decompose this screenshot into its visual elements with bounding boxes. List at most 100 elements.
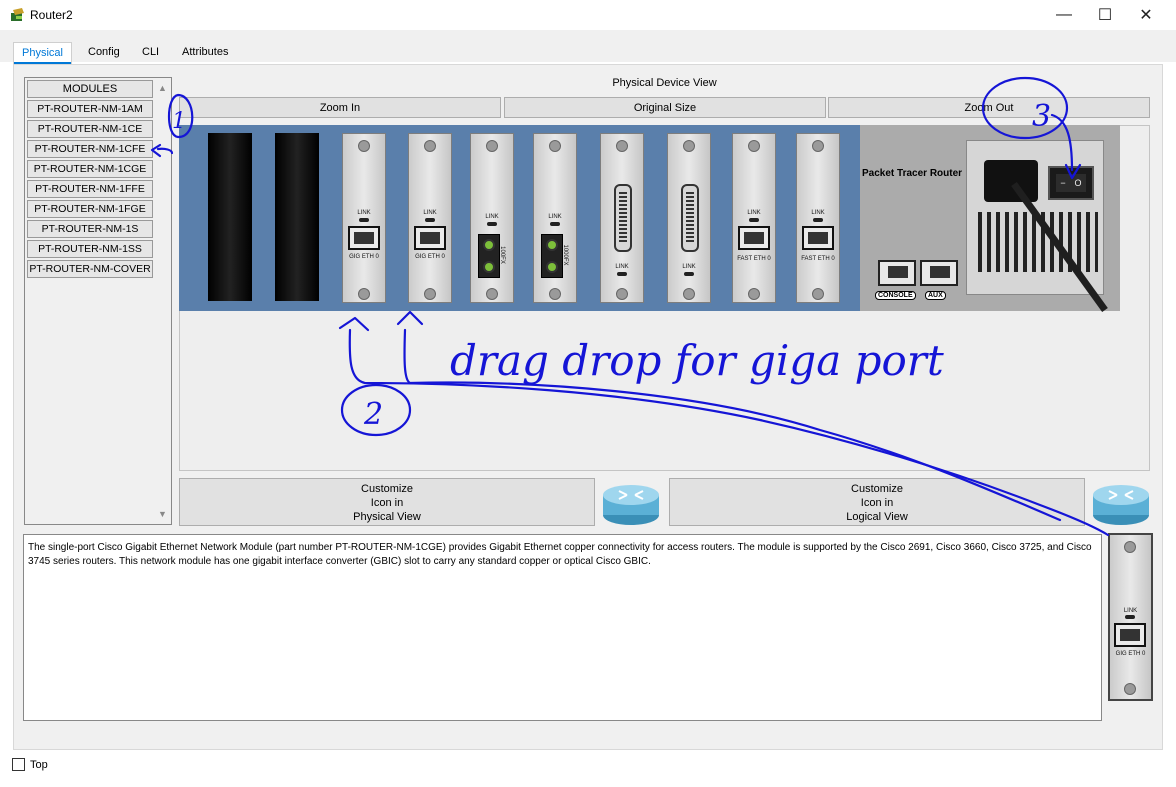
tab-config[interactable]: Config	[80, 42, 128, 64]
link-label: LINK	[615, 264, 629, 270]
led-icon	[425, 218, 435, 222]
console-port-icon[interactable]	[878, 260, 916, 286]
link-label: LINK	[485, 214, 499, 220]
module-item[interactable]: PT-ROUTER-NM-1CE	[27, 120, 153, 138]
tab-attributes[interactable]: Attributes	[174, 42, 236, 64]
screw-icon	[358, 140, 370, 152]
fiber-port-icon[interactable]	[478, 234, 500, 278]
module-item[interactable]: PT-ROUTER-NM-1CFE	[27, 140, 153, 158]
customize-line: Icon in	[860, 497, 894, 509]
link-label: LINK	[1123, 608, 1138, 614]
serial-port-icon[interactable]	[614, 184, 632, 252]
screw-icon	[549, 288, 561, 300]
module-item[interactable]: PT-ROUTER-NM-COVER	[27, 260, 153, 278]
zoom-in-button[interactable]: Zoom In	[179, 97, 501, 118]
module-card-serial[interactable]: LINK	[667, 133, 711, 303]
port-label: GIG ETH 0	[415, 254, 445, 260]
module-card-gig[interactable]: LINK GIG ETH 0	[408, 133, 452, 303]
port-label: GIG ETH 0	[1115, 651, 1146, 657]
screw-icon	[812, 140, 824, 152]
customize-line: Customize	[851, 483, 903, 495]
port-label: FAST ETH 0	[737, 256, 771, 262]
router-physical-icon[interactable]	[601, 477, 661, 527]
aux-label: AUX	[925, 291, 946, 300]
screw-icon	[683, 288, 695, 300]
ethernet-port-icon[interactable]	[348, 226, 380, 250]
title-bar: Router2 — ☐ ✕	[0, 0, 1176, 30]
screw-icon	[549, 140, 561, 152]
scroll-down-icon[interactable]: ▼	[154, 506, 171, 522]
screw-icon	[812, 288, 824, 300]
router-label: Packet Tracer Router	[862, 168, 963, 179]
fiber-port-icon[interactable]	[541, 234, 563, 278]
zoom-out-button[interactable]: Zoom Out	[828, 97, 1150, 118]
link-label: LINK	[747, 210, 761, 216]
ethernet-port-icon[interactable]	[414, 226, 446, 250]
module-card-fast[interactable]: LINK FAST ETH 0	[796, 133, 840, 303]
scroll-up-icon[interactable]: ▲	[154, 80, 171, 96]
ethernet-port-icon[interactable]	[738, 226, 770, 250]
link-label: LINK	[811, 210, 825, 216]
module-card-fast[interactable]: LINK FAST ETH 0	[732, 133, 776, 303]
tab-bar: Physical Config CLI Attributes	[0, 30, 1176, 64]
port-label: FAST ETH 0	[801, 256, 835, 262]
screw-icon	[683, 140, 695, 152]
serial-port-icon[interactable]	[681, 184, 699, 252]
screw-icon	[486, 140, 498, 152]
link-label: LINK	[548, 214, 562, 220]
customize-physical-button[interactable]: Customize Icon in Physical View	[179, 478, 595, 526]
screw-icon	[486, 288, 498, 300]
top-checkbox[interactable]	[12, 758, 25, 771]
console-label: CONSOLE	[875, 291, 916, 300]
module-preview[interactable]: LINK GIG ETH 0	[1108, 533, 1153, 701]
aux-port-icon[interactable]	[920, 260, 958, 286]
minimize-button[interactable]: —	[1044, 0, 1084, 30]
screw-icon	[748, 140, 760, 152]
link-label: LINK	[357, 210, 371, 216]
module-item[interactable]: PT-ROUTER-NM-1CGE	[27, 160, 153, 178]
minimize-icon: —	[1056, 6, 1072, 23]
module-item[interactable]: PT-ROUTER-NM-1S	[27, 220, 153, 238]
tab-physical[interactable]: Physical	[13, 42, 72, 64]
close-button[interactable]: ✕	[1126, 0, 1166, 30]
maximize-icon: ☐	[1097, 7, 1113, 24]
led-icon	[813, 218, 823, 222]
empty-slot[interactable]	[208, 133, 252, 301]
module-card-fiber[interactable]: LINK 100FX	[470, 133, 514, 303]
ethernet-port-icon	[1114, 623, 1146, 647]
led-icon	[684, 272, 694, 276]
customize-line: Physical View	[353, 511, 421, 523]
module-item[interactable]: PT-ROUTER-NM-1FGE	[27, 200, 153, 218]
port-label: 100FX	[499, 246, 505, 264]
led-icon	[749, 218, 759, 222]
tab-cli[interactable]: CLI	[134, 42, 167, 64]
router-logical-icon[interactable]	[1091, 477, 1151, 527]
modules-list-items: MODULES PT-ROUTER-NM-1AM PT-ROUTER-NM-1C…	[25, 78, 155, 524]
screw-icon	[1124, 683, 1136, 695]
link-label: LINK	[682, 264, 696, 270]
device-view-title: Physical Device View	[612, 77, 717, 89]
port-label: GIG ETH 0	[349, 254, 379, 260]
customize-line: Customize	[361, 483, 413, 495]
module-card-gig[interactable]: LINK GIG ETH 0	[342, 133, 386, 303]
module-item[interactable]: PT-ROUTER-NM-1AM	[27, 100, 153, 118]
module-item[interactable]: PT-ROUTER-NM-1SS	[27, 240, 153, 258]
empty-slot[interactable]	[275, 133, 319, 301]
module-item[interactable]: PT-ROUTER-NM-1FFE	[27, 180, 153, 198]
modules-scrollbar[interactable]: ▲ ▼	[154, 78, 171, 524]
led-icon	[1125, 615, 1135, 619]
ethernet-port-icon[interactable]	[802, 226, 834, 250]
screw-icon	[748, 288, 760, 300]
screw-icon	[616, 140, 628, 152]
customize-logical-button[interactable]: Customize Icon in Logical View	[669, 478, 1085, 526]
module-card-fiber[interactable]: LINK 1000FX	[533, 133, 577, 303]
modules-list: MODULES PT-ROUTER-NM-1AM PT-ROUTER-NM-1C…	[24, 77, 172, 525]
module-description: The single-port Cisco Gigabit Ethernet N…	[23, 534, 1102, 721]
led-icon	[550, 222, 560, 226]
customize-line: Icon in	[370, 497, 404, 509]
screw-icon	[424, 140, 436, 152]
led-icon	[487, 222, 497, 226]
module-card-serial[interactable]: LINK	[600, 133, 644, 303]
original-size-button[interactable]: Original Size	[504, 97, 826, 118]
maximize-button[interactable]: ☐	[1085, 0, 1125, 30]
